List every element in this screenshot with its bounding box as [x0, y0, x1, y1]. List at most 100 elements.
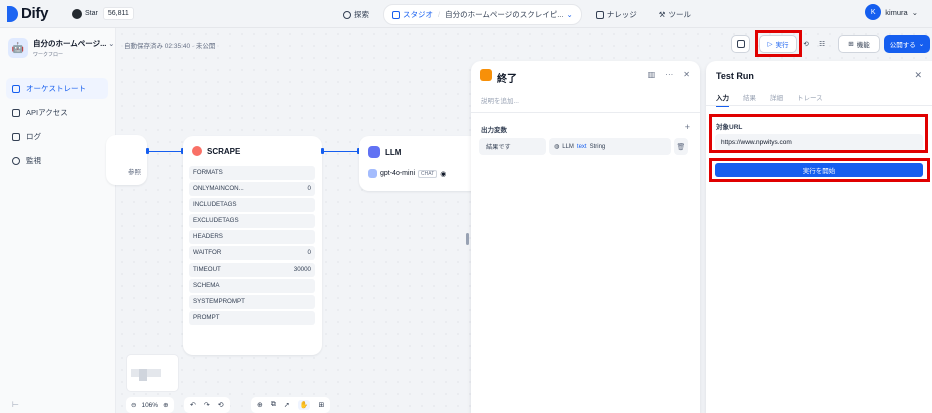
output-source-var: text	[576, 143, 587, 150]
github-star-button[interactable]: Star 56,811	[72, 7, 134, 20]
canvas-tools: ⊕ ⧉ ➚ ✋ ⊞	[251, 397, 331, 413]
output-variable-name[interactable]: 結果です	[479, 138, 546, 155]
sidebar-item-label: APIアクセス	[26, 108, 68, 117]
features-button-label: 機能	[856, 42, 870, 49]
layout-icon	[12, 84, 20, 93]
param-row: SCHEMA	[189, 278, 315, 293]
history-controls: ↶ ↷ ⟲	[184, 397, 230, 413]
eye-icon: ◉	[440, 170, 447, 178]
chevron-down-icon[interactable]: ⌄	[566, 10, 572, 19]
highlight-box	[755, 30, 802, 57]
undo-icon[interactable]: ↶	[190, 401, 196, 409]
compass-icon	[343, 10, 351, 19]
param-row: INCLUDETAGS	[189, 198, 315, 213]
trash-icon[interactable]: 🗑	[674, 138, 688, 155]
studio-icon	[392, 10, 400, 19]
more-icon[interactable]: ···	[665, 70, 673, 79]
end-node-panel: 終了 ▥ ··· ✕ 説明を追加... 出力変数 + 結果です ◍ LLM te…	[471, 61, 700, 413]
sidebar-item-orchestrate[interactable]: オーケストレート	[6, 78, 108, 99]
scrape-node[interactable]: SCRAPE FORMATS ONLYMAINCON... 0 INCLUDETA…	[183, 136, 322, 355]
sidebar-item-label: ログ	[26, 132, 41, 141]
param-row: TIMEOUT 30000	[189, 262, 315, 277]
scrape-node-title: SCRAPE	[192, 146, 240, 156]
close-icon[interactable]: ✕	[683, 70, 690, 79]
split-view-icon[interactable]: ▥	[648, 70, 656, 79]
sidebar-item-logs[interactable]: ログ	[6, 126, 108, 147]
autosave-status: 自動保存済み 02:35:40 · 未公開	[124, 43, 216, 50]
model-mode-badge: CHAT	[418, 169, 438, 178]
features-icon: ⊞	[848, 41, 854, 48]
output-variable-row: 結果です ◍ LLM text String 🗑	[479, 138, 689, 155]
app-info[interactable]: 🤖 自分のホームページ... ⌄ ワークフロー	[8, 38, 114, 58]
param-row: ONLYMAINCON... 0	[189, 182, 315, 197]
collapse-sidebar-icon[interactable]: ⊢	[12, 400, 19, 409]
param-row: PROMPT	[189, 310, 315, 325]
add-note-icon[interactable]: ⧉	[271, 401, 276, 409]
nav-tools[interactable]: ⚒ ツール	[651, 5, 699, 24]
zoom-in-icon[interactable]: ⊕	[163, 401, 168, 409]
app-name: 自分のホームページ... ⌄	[33, 39, 115, 48]
fire-icon	[192, 146, 202, 156]
zoom-level[interactable]: 106%	[141, 402, 158, 409]
layout-organize-icon[interactable]: ⊞	[318, 401, 324, 409]
zoom-out-icon[interactable]: ⊖	[131, 401, 136, 409]
output-variable-selector[interactable]: ◍ LLM text String	[549, 138, 671, 155]
sidebar-item-label: オーケストレート	[26, 84, 86, 93]
zoom-controls: ⊖ 106% ⊕	[126, 397, 174, 413]
checklist-icon[interactable]: ☷	[814, 35, 830, 53]
output-port[interactable]	[146, 148, 149, 154]
nav-knowledge[interactable]: ナレッジ	[588, 5, 645, 24]
param-row: EXCLUDETAGS	[189, 214, 315, 229]
book-icon	[595, 10, 604, 19]
github-star-count: 56,811	[102, 7, 134, 20]
pointer-icon[interactable]: ➚	[284, 401, 290, 409]
sidebar-item-api-access[interactable]: APIアクセス	[6, 102, 108, 123]
previous-node[interactable]: 参照	[106, 135, 147, 185]
terminal-icon	[12, 108, 20, 117]
nav-studio[interactable]: スタジオ / 自分のホームページのスクレイピ... ⌄	[383, 4, 582, 25]
divider	[471, 112, 700, 113]
github-star-label: Star	[85, 10, 98, 17]
monitor-icon	[12, 156, 20, 165]
panel-resize-handle[interactable]	[466, 233, 469, 245]
add-output-icon[interactable]: +	[685, 122, 690, 132]
nav-studio-app[interactable]: 自分のホームページのスクレイピ...	[445, 9, 563, 20]
end-panel-title[interactable]: 終了	[497, 70, 517, 85]
logo-mark-icon	[7, 5, 18, 22]
env-icon	[736, 40, 745, 48]
user-menu[interactable]: K kimura ⌄	[865, 4, 918, 20]
description-input[interactable]: 説明を追加...	[481, 95, 519, 105]
llm-node[interactable]: LLM gpt-4o-mini CHAT ◉	[359, 136, 474, 191]
add-node-icon[interactable]: ⊕	[257, 401, 263, 409]
app-type: ワークフロー	[33, 52, 64, 58]
dify-logo[interactable]: Dify	[7, 5, 48, 22]
brand-name: Dify	[21, 5, 49, 22]
model-name: gpt-4o-mini	[380, 170, 416, 177]
param-row: FORMATS	[189, 166, 315, 180]
param-row: WAITFOR 0	[189, 246, 315, 261]
nav-explore[interactable]: 探索	[335, 5, 377, 24]
edge-to-llm	[323, 151, 358, 152]
sidebar-item-monitor[interactable]: 監視	[6, 150, 108, 171]
env-variables-button[interactable]	[731, 35, 750, 53]
test-run-title: Test Run	[716, 71, 754, 81]
sidebar: 🤖 自分のホームページ... ⌄ ワークフロー オーケストレート APIアクセス …	[0, 28, 116, 413]
highlight-box	[709, 114, 928, 153]
nav-studio-label: スタジオ	[403, 10, 433, 19]
minimap[interactable]	[126, 354, 179, 392]
publish-button[interactable]: 公開する ⌄	[884, 35, 930, 53]
features-button[interactable]: ⊞ 機能	[838, 35, 880, 53]
history-icon[interactable]: ⟲	[218, 401, 224, 409]
llm-icon	[368, 146, 380, 158]
redo-icon[interactable]: ↷	[204, 401, 210, 409]
chevron-down-icon: ⌄	[918, 41, 925, 48]
nav-explore-label: 探索	[354, 10, 369, 19]
close-icon[interactable]: ✕	[914, 70, 922, 81]
wrench-icon: ⚒	[658, 10, 666, 19]
llm-node-title: LLM	[368, 146, 401, 158]
hand-icon[interactable]: ✋	[297, 400, 311, 410]
scrape-param-list: FORMATS ONLYMAINCON... 0 INCLUDETAGS EXCL…	[189, 166, 315, 327]
breadcrumb-separator: /	[438, 10, 441, 19]
output-port[interactable]	[321, 148, 324, 154]
llm-small-icon: ◍	[554, 144, 560, 150]
